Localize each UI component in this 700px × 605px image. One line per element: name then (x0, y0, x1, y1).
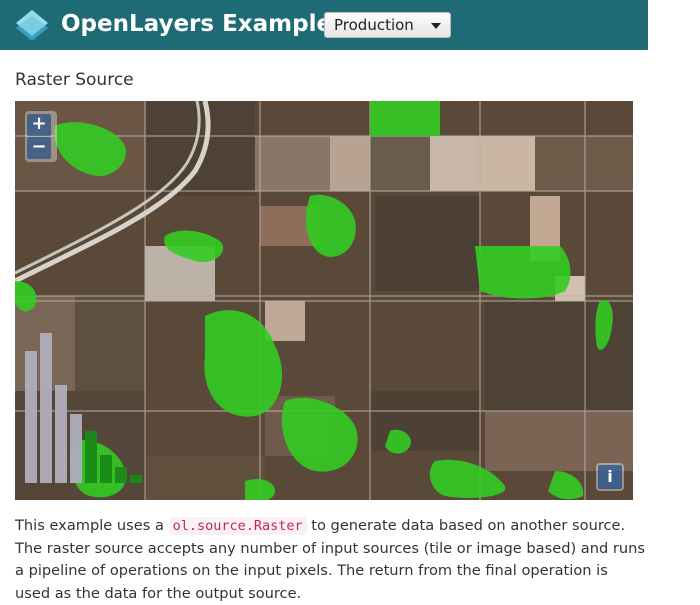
info-icon: i (598, 465, 622, 489)
attribution-button[interactable]: i (596, 463, 624, 491)
version-select[interactable]: Production (324, 12, 451, 38)
zoom-control: + − (25, 111, 57, 162)
description-before: This example uses a (15, 517, 169, 534)
version-select-value: Production (334, 16, 414, 34)
satellite-imagery (15, 101, 633, 500)
openlayers-logo-icon[interactable] (14, 7, 50, 43)
map-viewport[interactable]: + − i (15, 101, 633, 500)
example-description: This example uses a ol.source.Raster to … (15, 515, 645, 605)
zoom-out-button[interactable]: − (27, 137, 51, 159)
brand-title[interactable]: OpenLayers Examples (61, 9, 346, 39)
chevron-down-icon (431, 23, 441, 29)
code-snippet: ol.source.Raster (168, 517, 307, 535)
navbar: OpenLayers Examples Production (0, 0, 648, 50)
page-title: Raster Source (15, 70, 134, 90)
zoom-in-button[interactable]: + (27, 114, 51, 136)
